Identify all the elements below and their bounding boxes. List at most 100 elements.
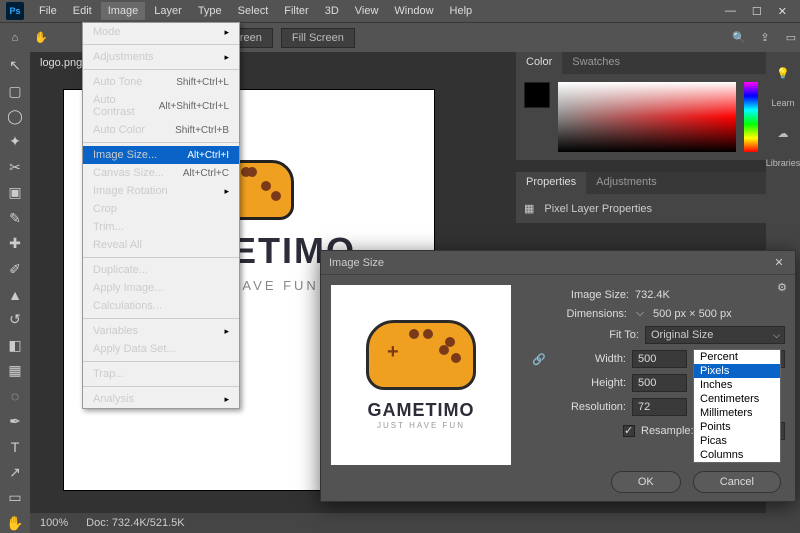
chevron-down-icon[interactable]: ⌵ [633, 307, 647, 320]
hand-tool-icon[interactable]: ✋ [4, 514, 26, 533]
fit-to-select[interactable]: Original Size⌵ [645, 326, 785, 344]
menu-layer[interactable]: Layer [147, 2, 189, 20]
history-brush-icon[interactable]: ↺ [4, 310, 26, 329]
window-maximize-icon[interactable]: ☐ [745, 2, 769, 21]
unit-option-columns[interactable]: Columns [694, 448, 780, 462]
dimensions-value: 500 px × 500 px [653, 308, 785, 320]
lasso-tool-icon[interactable]: ◯ [4, 107, 26, 126]
heal-tool-icon[interactable]: ✚ [4, 234, 26, 253]
menu-image[interactable]: Image [101, 2, 146, 20]
menu-select[interactable]: Select [231, 2, 276, 20]
home-icon[interactable]: ⌂ [6, 29, 24, 47]
menu-3d[interactable]: 3D [318, 2, 346, 20]
menu-item-mode[interactable]: Mode [83, 23, 239, 41]
unit-option-millimeters[interactable]: Millimeters [694, 406, 780, 420]
unit-option-points[interactable]: Points [694, 420, 780, 434]
menu-item-adjustments[interactable]: Adjustments [83, 48, 239, 66]
tab-color[interactable]: Color [516, 52, 562, 74]
menu-item-analysis[interactable]: Analysis [83, 390, 239, 408]
window-minimize-icon[interactable]: — [718, 2, 743, 20]
learn-label: Learn [771, 98, 794, 108]
height-label: Height: [548, 377, 626, 389]
properties-label: Pixel Layer Properties [544, 203, 652, 215]
hue-slider[interactable] [744, 82, 758, 152]
search-icon[interactable]: 🔍 [730, 29, 748, 47]
menu-item-variables[interactable]: Variables [83, 322, 239, 340]
menu-bar: Ps File Edit Image Layer Type Select Fil… [0, 0, 800, 22]
width-input[interactable] [632, 350, 687, 368]
height-input[interactable] [632, 374, 687, 392]
cancel-button[interactable]: Cancel [693, 471, 781, 493]
workspace-icon[interactable]: ▭ [782, 29, 800, 47]
marquee-tool-icon[interactable]: ▢ [4, 81, 26, 100]
move-tool-icon[interactable]: ↖ [4, 56, 26, 75]
menu-view[interactable]: View [348, 2, 386, 20]
unit-option-centimeters[interactable]: Centimeters [694, 392, 780, 406]
ok-button[interactable]: OK [611, 471, 681, 493]
image-size-label: Image Size: [551, 289, 629, 301]
share-icon[interactable]: ⇪ [756, 29, 774, 47]
unit-option-pixels[interactable]: Pixels [694, 364, 780, 378]
menu-item-reveal-all[interactable]: Reveal All [83, 236, 239, 254]
frame-tool-icon[interactable]: ▣ [4, 183, 26, 202]
menu-edit[interactable]: Edit [66, 2, 99, 20]
type-tool-icon[interactable]: T [4, 437, 26, 456]
unit-option-percent[interactable]: Percent [694, 350, 780, 364]
doc-size: Doc: 732.4K/521.5K [86, 517, 184, 529]
menu-item-duplicate[interactable]: Duplicate... [83, 261, 239, 279]
menu-item-image-size[interactable]: Image Size...Alt+Ctrl+I [83, 146, 239, 164]
brush-tool-icon[interactable]: ✐ [4, 259, 26, 278]
menu-item-auto-contrast[interactable]: Auto ContrastAlt+Shift+Ctrl+L [83, 91, 239, 121]
libraries-label: Libraries [766, 158, 800, 168]
tab-swatches[interactable]: Swatches [562, 52, 630, 74]
color-field[interactable] [558, 82, 736, 152]
properties-panel: Properties Adjustments ▦Pixel Layer Prop… [516, 172, 766, 223]
learn-panel-icon[interactable]: 💡 [772, 62, 794, 84]
hand-tool-icon[interactable]: ✋ [32, 29, 50, 47]
menu-help[interactable]: Help [443, 2, 480, 20]
unit-dropdown: Percent Pixels Inches Centimeters Millim… [693, 349, 781, 463]
menu-window[interactable]: Window [387, 2, 440, 20]
menu-item-auto-color[interactable]: Auto ColorShift+Ctrl+B [83, 121, 239, 139]
menu-item-apply-image[interactable]: Apply Image... [83, 279, 239, 297]
menu-type[interactable]: Type [191, 2, 229, 20]
zoom-level[interactable]: 100% [40, 517, 68, 529]
menu-item-calculations[interactable]: Calculations... [83, 297, 239, 315]
tab-adjustments[interactable]: Adjustments [586, 172, 667, 194]
menu-item-image-rotation[interactable]: Image Rotation [83, 182, 239, 200]
unit-option-picas[interactable]: Picas [694, 434, 780, 448]
image-size-dialog: Image Size ✕ ⚙ + GAMETIMO JUST HAVE FUN … [320, 250, 796, 502]
blur-tool-icon[interactable]: ◌ [4, 386, 26, 405]
resample-checkbox[interactable] [623, 425, 635, 437]
eraser-tool-icon[interactable]: ◧ [4, 336, 26, 355]
path-tool-icon[interactable]: ↗ [4, 463, 26, 482]
window-close-icon[interactable]: ✕ [771, 2, 794, 21]
eyedropper-tool-icon[interactable]: ✎ [4, 209, 26, 228]
wand-tool-icon[interactable]: ✦ [4, 132, 26, 151]
fill-screen-button[interactable]: Fill Screen [281, 28, 355, 48]
crop-tool-icon[interactable]: ✂ [4, 158, 26, 177]
gradient-tool-icon[interactable]: ▦ [4, 361, 26, 380]
shape-tool-icon[interactable]: ▭ [4, 488, 26, 507]
stamp-tool-icon[interactable]: ▲ [4, 285, 26, 304]
gear-icon[interactable]: ⚙ [777, 281, 787, 294]
menu-filter[interactable]: Filter [277, 2, 315, 20]
unit-option-inches[interactable]: Inches [694, 378, 780, 392]
tools-panel: ↖ ▢ ◯ ✦ ✂ ▣ ✎ ✚ ✐ ▲ ↺ ◧ ▦ ◌ ✒ T ↗ ▭ ✋ [0, 52, 30, 533]
menu-item-canvas-size[interactable]: Canvas Size...Alt+Ctrl+C [83, 164, 239, 182]
app-logo: Ps [6, 2, 24, 20]
resolution-input[interactable] [632, 398, 687, 416]
dialog-close-icon[interactable]: ✕ [771, 255, 787, 271]
tab-properties[interactable]: Properties [516, 172, 586, 194]
foreground-swatch[interactable] [524, 82, 550, 108]
pen-tool-icon[interactable]: ✒ [4, 412, 26, 431]
menu-item-crop[interactable]: Crop [83, 200, 239, 218]
menu-item-auto-tone[interactable]: Auto ToneShift+Ctrl+L [83, 73, 239, 91]
menu-item-trim[interactable]: Trim... [83, 218, 239, 236]
link-icon[interactable]: 🔗 [532, 353, 542, 366]
resolution-label: Resolution: [548, 401, 626, 413]
menu-file[interactable]: File [32, 2, 64, 20]
menu-item-apply-data-set: Apply Data Set... [83, 340, 239, 358]
libraries-panel-icon[interactable]: ☁ [772, 122, 794, 144]
chevron-down-icon: ⌵ [773, 330, 780, 341]
